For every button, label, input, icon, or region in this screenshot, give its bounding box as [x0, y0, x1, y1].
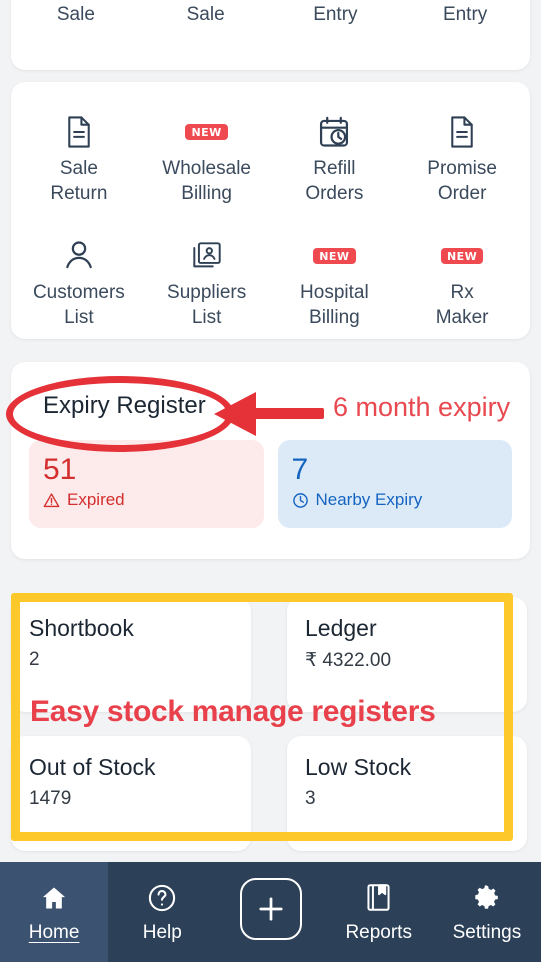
quick-action-label: Entry: [313, 4, 358, 25]
new-badge: NEW: [185, 124, 228, 140]
menu-item-rx-maker[interactable]: NEW Rx Maker: [398, 226, 526, 330]
quick-action-tile[interactable]: Sale: [11, 0, 141, 27]
document-icon: [64, 112, 94, 152]
nearby-expiry-label-row: Nearby Expiry: [292, 490, 499, 510]
nav-item-home[interactable]: Home: [0, 862, 109, 962]
menu-item-label: Wholesale Billing: [162, 158, 251, 204]
document-icon: [447, 112, 477, 152]
menu-item-wholesale-billing[interactable]: NEW Wholesale Billing: [143, 102, 271, 206]
stock-card-low-stock[interactable]: Low Stock 3: [287, 736, 527, 851]
stock-card-title: Low Stock: [305, 754, 412, 780]
nav-item-add[interactable]: [216, 862, 324, 962]
new-badge-icon: NEW: [313, 236, 356, 276]
menu-card: Sale Return NEW Wholesale Billing Refill…: [11, 82, 530, 339]
new-badge-icon: NEW: [185, 112, 228, 152]
quick-action-label: Sale: [56, 4, 95, 25]
expired-stat-box[interactable]: 51 Expired: [29, 440, 264, 528]
book-icon: [365, 881, 392, 915]
contact-card-icon: [192, 236, 222, 276]
menu-item-sale-return[interactable]: Sale Return: [15, 102, 143, 206]
stock-card-value: ₹ 4322.00: [305, 650, 392, 671]
nav-label: Home: [28, 921, 80, 943]
quick-action-tile[interactable]: Entry: [271, 0, 401, 27]
stock-card-title: Out of Stock: [29, 754, 156, 780]
nav-item-help[interactable]: Help: [108, 862, 216, 962]
new-badge-icon: NEW: [440, 236, 484, 276]
person-icon: [64, 236, 94, 276]
menu-item-label: Suppliers List: [167, 282, 247, 328]
nav-label: Reports: [345, 921, 412, 943]
annotation-arrow-icon: [214, 392, 324, 436]
expiry-stats-row: 51 Expired 7 Nearby Expiry: [29, 440, 512, 528]
menu-item-label: Customers List: [32, 282, 125, 328]
bottom-navigation-bar: Home Help Reports Settings: [0, 862, 541, 962]
stock-card-out-of-stock[interactable]: Out of Stock 1479: [11, 736, 251, 851]
nav-label: Help: [142, 921, 182, 943]
menu-item-label: Promise Order: [427, 158, 497, 204]
stock-card-value: 1479: [29, 788, 72, 809]
expired-label-row: Expired: [43, 490, 250, 510]
nav-item-settings[interactable]: Settings: [433, 862, 541, 962]
menu-item-customers-list[interactable]: Customers List: [15, 226, 143, 330]
quick-action-label: Entry: [442, 4, 488, 25]
expired-count: 51: [43, 453, 77, 486]
menu-grid: Sale Return NEW Wholesale Billing Refill…: [15, 102, 526, 330]
quick-action-label: Sale: [186, 4, 225, 25]
plus-icon[interactable]: [239, 877, 302, 940]
quick-actions-card-top: Sale Sale Entry Entry: [11, 0, 530, 70]
menu-item-refill-orders[interactable]: Refill Orders: [271, 102, 399, 206]
clock-icon: [292, 492, 308, 508]
nearby-expiry-stat-box[interactable]: 7 Nearby Expiry: [277, 440, 512, 528]
question-circle-icon: [147, 881, 177, 915]
warning-triangle-icon: [43, 492, 60, 507]
quick-action-tile[interactable]: Entry: [400, 0, 530, 27]
nearby-expiry-label: Nearby Expiry: [315, 490, 423, 509]
annotation-expiry-note: 6 month expiry: [333, 392, 511, 422]
menu-item-label: Rx Maker: [435, 282, 489, 328]
nav-label: Settings: [452, 921, 522, 943]
annotation-stock-note: Easy stock manage registers: [30, 695, 436, 728]
stock-card-value: 3: [305, 788, 316, 809]
quick-actions-grid: Sale Sale Entry Entry: [11, 0, 530, 27]
menu-item-suppliers-list[interactable]: Suppliers List: [143, 226, 271, 330]
menu-item-label: Refill Orders: [305, 158, 364, 204]
home-icon: [40, 881, 68, 915]
stock-card-value: 2: [29, 649, 40, 670]
menu-item-label: Hospital Billing: [300, 282, 369, 328]
quick-action-tile[interactable]: Sale: [141, 0, 271, 27]
stock-card-title: Shortbook: [29, 615, 134, 641]
stock-card-title: Ledger: [305, 615, 377, 641]
expired-label: Expired: [67, 490, 125, 509]
nav-item-reports[interactable]: Reports: [325, 862, 433, 962]
app-screen: Sale Sale Entry Entry Sale Return NEW Wh…: [0, 0, 541, 962]
new-badge: NEW: [313, 248, 356, 264]
menu-item-promise-order[interactable]: Promise Order: [398, 102, 526, 206]
new-badge: NEW: [440, 248, 484, 264]
nearby-expiry-count: 7: [291, 453, 309, 486]
menu-item-hospital-billing[interactable]: NEW Hospital Billing: [271, 226, 399, 330]
gear-icon: [472, 881, 501, 915]
menu-item-label: Sale Return: [50, 158, 108, 204]
calendar-clock-icon: [318, 112, 350, 152]
